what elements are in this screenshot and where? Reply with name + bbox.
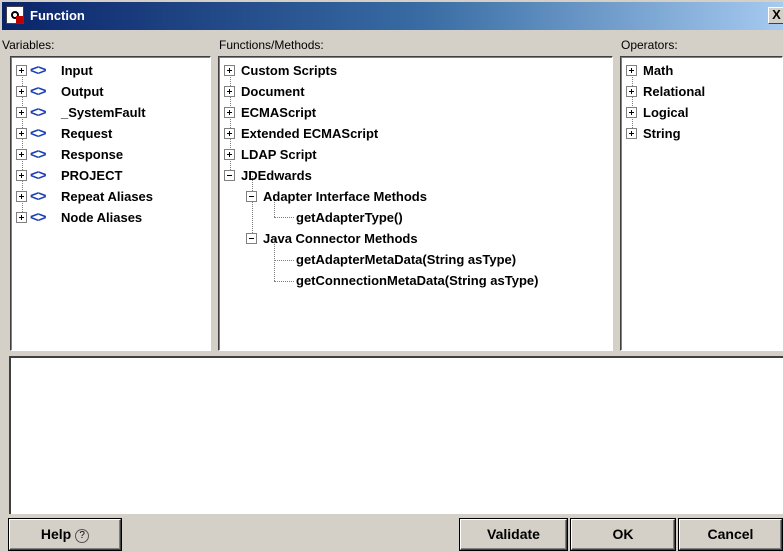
help-button[interactable]: Help? [9, 519, 121, 550]
variables-tree[interactable]: <> Input <> Output <> _SystemFault <> Re… [10, 56, 211, 351]
expand-icon[interactable] [16, 65, 27, 76]
help-icon: ? [75, 529, 90, 543]
collapse-icon[interactable] [246, 233, 257, 244]
close-button[interactable]: X [768, 7, 783, 24]
variable-icon: <> [30, 167, 47, 184]
function-item-getadaptermetadata[interactable]: getAdapterMetaData(String asType) [296, 250, 516, 270]
title-bar: Function X [0, 0, 783, 30]
operators-label: Operators: [621, 38, 678, 52]
variable-icon: <> [30, 209, 47, 226]
expand-icon[interactable] [16, 149, 27, 160]
functions-label: Functions/Methods: [219, 38, 324, 52]
expand-icon[interactable] [224, 149, 235, 160]
expand-icon[interactable] [16, 191, 27, 202]
expand-icon[interactable] [224, 65, 235, 76]
expand-icon[interactable] [16, 212, 27, 223]
expand-icon[interactable] [224, 86, 235, 97]
cancel-button[interactable]: Cancel [679, 519, 782, 550]
variable-icon: <> [30, 104, 47, 121]
expand-icon[interactable] [16, 170, 27, 181]
expand-icon[interactable] [224, 107, 235, 118]
variables-label: Variables: [2, 38, 55, 52]
expand-icon[interactable] [626, 128, 637, 139]
expand-icon[interactable] [16, 128, 27, 139]
app-icon [6, 6, 24, 24]
expand-icon[interactable] [626, 86, 637, 97]
expand-icon[interactable] [16, 107, 27, 118]
operators-tree[interactable]: Math Relational Logical String [620, 56, 783, 351]
collapse-icon[interactable] [224, 170, 235, 181]
ok-button[interactable]: OK [571, 519, 675, 550]
variable-icon: <> [30, 62, 47, 79]
expand-icon[interactable] [224, 128, 235, 139]
expand-icon[interactable] [626, 107, 637, 118]
functions-tree[interactable]: Custom Scripts Document ECMAScript Exten… [218, 56, 613, 351]
variable-icon: <> [30, 146, 47, 163]
collapse-icon[interactable] [246, 191, 257, 202]
function-item-getconnectionmetadata[interactable]: getConnectionMetaData(String asType) [296, 271, 538, 291]
variable-icon: <> [30, 188, 47, 205]
variable-icon: <> [30, 125, 47, 142]
variable-icon: <> [30, 83, 47, 100]
validate-button[interactable]: Validate [460, 519, 567, 550]
window-title: Function [30, 8, 85, 23]
expand-icon[interactable] [16, 86, 27, 97]
function-item-getadaptertype[interactable]: getAdapterType() [296, 208, 403, 228]
expression-editor[interactable] [9, 356, 783, 514]
expand-icon[interactable] [626, 65, 637, 76]
